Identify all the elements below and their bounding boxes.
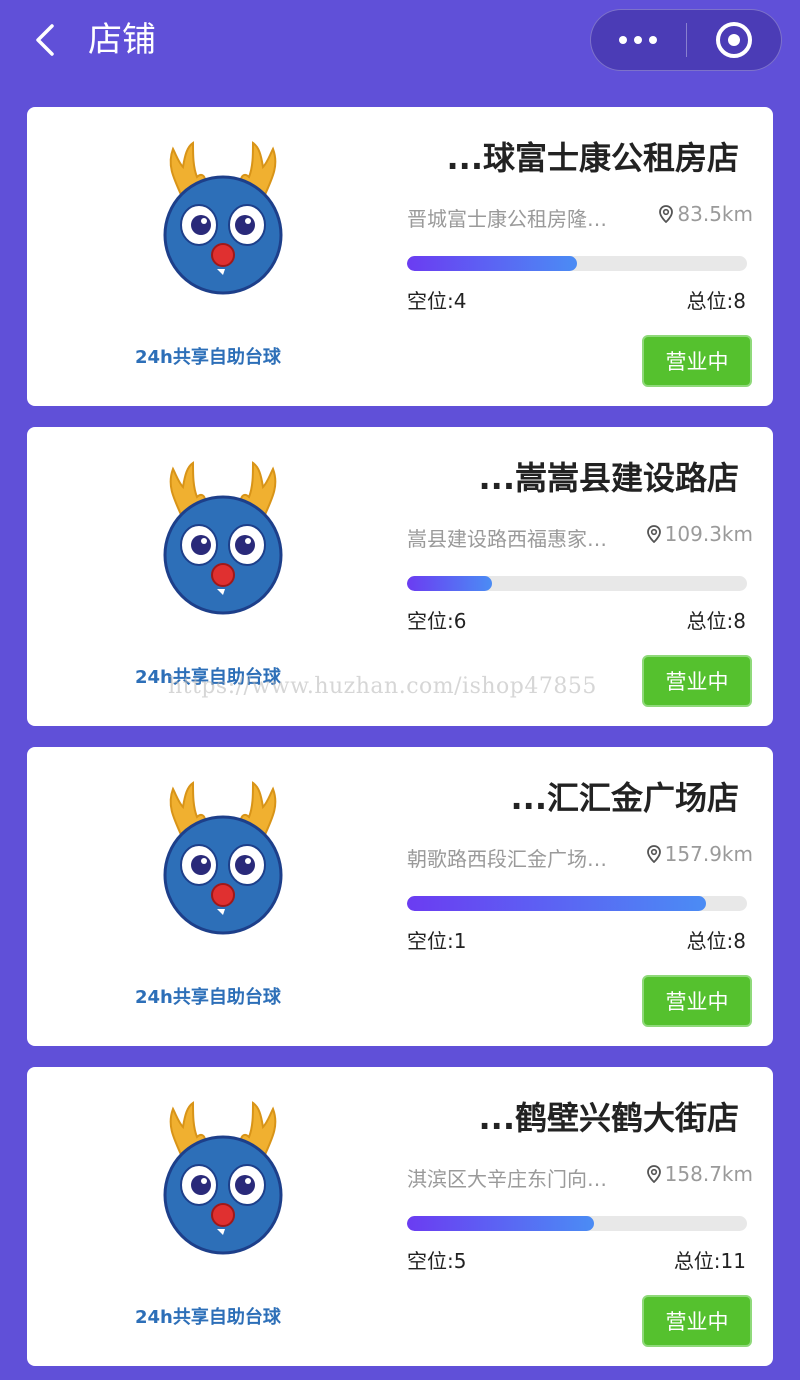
reindeer-mascot-icon <box>163 461 283 615</box>
watermark-text: https://www.huzhan.com/ishop47855 <box>168 674 597 699</box>
store-name: ...鹤壁兴鹤大街店 <box>478 1099 739 1137</box>
store-logo: 24h共享自助台球 <box>127 451 417 701</box>
target-circle-icon <box>715 22 752 58</box>
store-distance: 83.5km <box>659 202 753 226</box>
free-seats: 空位:5 <box>407 1249 467 1273</box>
total-seats: 总位:8 <box>686 289 746 313</box>
free-seats: 空位:4 <box>407 289 467 313</box>
more-button[interactable] <box>591 10 686 70</box>
store-distance: 109.3km <box>646 522 753 546</box>
open-status-button[interactable]: 营业中 <box>642 1295 752 1347</box>
store-address: 淇滨区大辛庄东门向… <box>407 1167 607 1191</box>
total-seats: 总位:11 <box>673 1249 746 1273</box>
page-title: 店铺 <box>88 20 156 60</box>
distance-value: 83.5km <box>677 202 753 226</box>
store-card[interactable]: 24h共享自助台球 ...鹤壁兴鹤大街店 淇滨区大辛庄东门向… 158.7km … <box>27 1067 773 1366</box>
distance-value: 158.7km <box>664 1162 753 1186</box>
store-name: ...球富士康公租房店 <box>446 139 739 177</box>
distance-value: 109.3km <box>664 522 753 546</box>
open-status-button[interactable]: 营业中 <box>642 975 752 1027</box>
more-dots-icon <box>619 36 658 44</box>
logo-slogan: 24h共享自助台球 <box>135 347 281 368</box>
reindeer-mascot-icon <box>163 1101 283 1255</box>
back-button[interactable] <box>24 16 64 64</box>
location-pin-icon <box>646 525 661 543</box>
logo-slogan: 24h共享自助台球 <box>135 1307 281 1328</box>
occupancy-progress-fill <box>407 576 492 591</box>
occupancy-progress-fill <box>407 896 707 911</box>
back-chevron-icon <box>36 24 54 56</box>
location-pin-icon <box>646 845 661 863</box>
store-address: 晋城富士康公租房隆… <box>407 207 607 231</box>
free-seats: 空位:1 <box>407 929 467 953</box>
occupancy-progress-fill <box>407 1216 594 1231</box>
mini-program-capsule <box>590 9 782 71</box>
store-distance: 158.7km <box>646 1162 753 1186</box>
store-logo: 24h共享自助台球 <box>127 771 417 1021</box>
logo-slogan: 24h共享自助台球 <box>135 987 281 1008</box>
top-nav-bar: 店铺 <box>0 0 800 84</box>
free-seats: 空位:6 <box>407 609 467 633</box>
occupancy-progress-bar <box>407 256 747 271</box>
total-seats: 总位:8 <box>686 929 746 953</box>
store-logo: 24h共享自助台球 <box>127 1091 417 1341</box>
store-address: 朝歌路西段汇金广场… <box>407 847 607 871</box>
store-name: ...汇汇金广场店 <box>510 779 739 817</box>
occupancy-progress-bar <box>407 896 747 911</box>
store-distance: 157.9km <box>646 842 753 866</box>
location-pin-icon <box>659 205 674 223</box>
store-address: 嵩县建设路西福惠家… <box>407 527 607 551</box>
total-seats: 总位:8 <box>686 609 746 633</box>
reindeer-mascot-icon <box>163 781 283 935</box>
open-status-button[interactable]: 营业中 <box>642 335 752 387</box>
occupancy-progress-bar <box>407 1216 747 1231</box>
occupancy-progress-fill <box>407 256 577 271</box>
store-card[interactable]: 24h共享自助台球 ...球富士康公租房店 晋城富士康公租房隆… 83.5km … <box>27 107 773 406</box>
store-name: ...嵩嵩县建设路店 <box>478 459 739 497</box>
occupancy-progress-bar <box>407 576 747 591</box>
store-logo: 24h共享自助台球 <box>127 131 417 381</box>
open-status-button[interactable]: 营业中 <box>642 655 752 707</box>
distance-value: 157.9km <box>664 842 753 866</box>
store-card[interactable]: 24h共享自助台球 ...汇汇金广场店 朝歌路西段汇金广场… 157.9km 空… <box>27 747 773 1046</box>
location-pin-icon <box>646 1165 661 1183</box>
reindeer-mascot-icon <box>163 141 283 295</box>
close-mini-program-button[interactable] <box>687 10 782 70</box>
